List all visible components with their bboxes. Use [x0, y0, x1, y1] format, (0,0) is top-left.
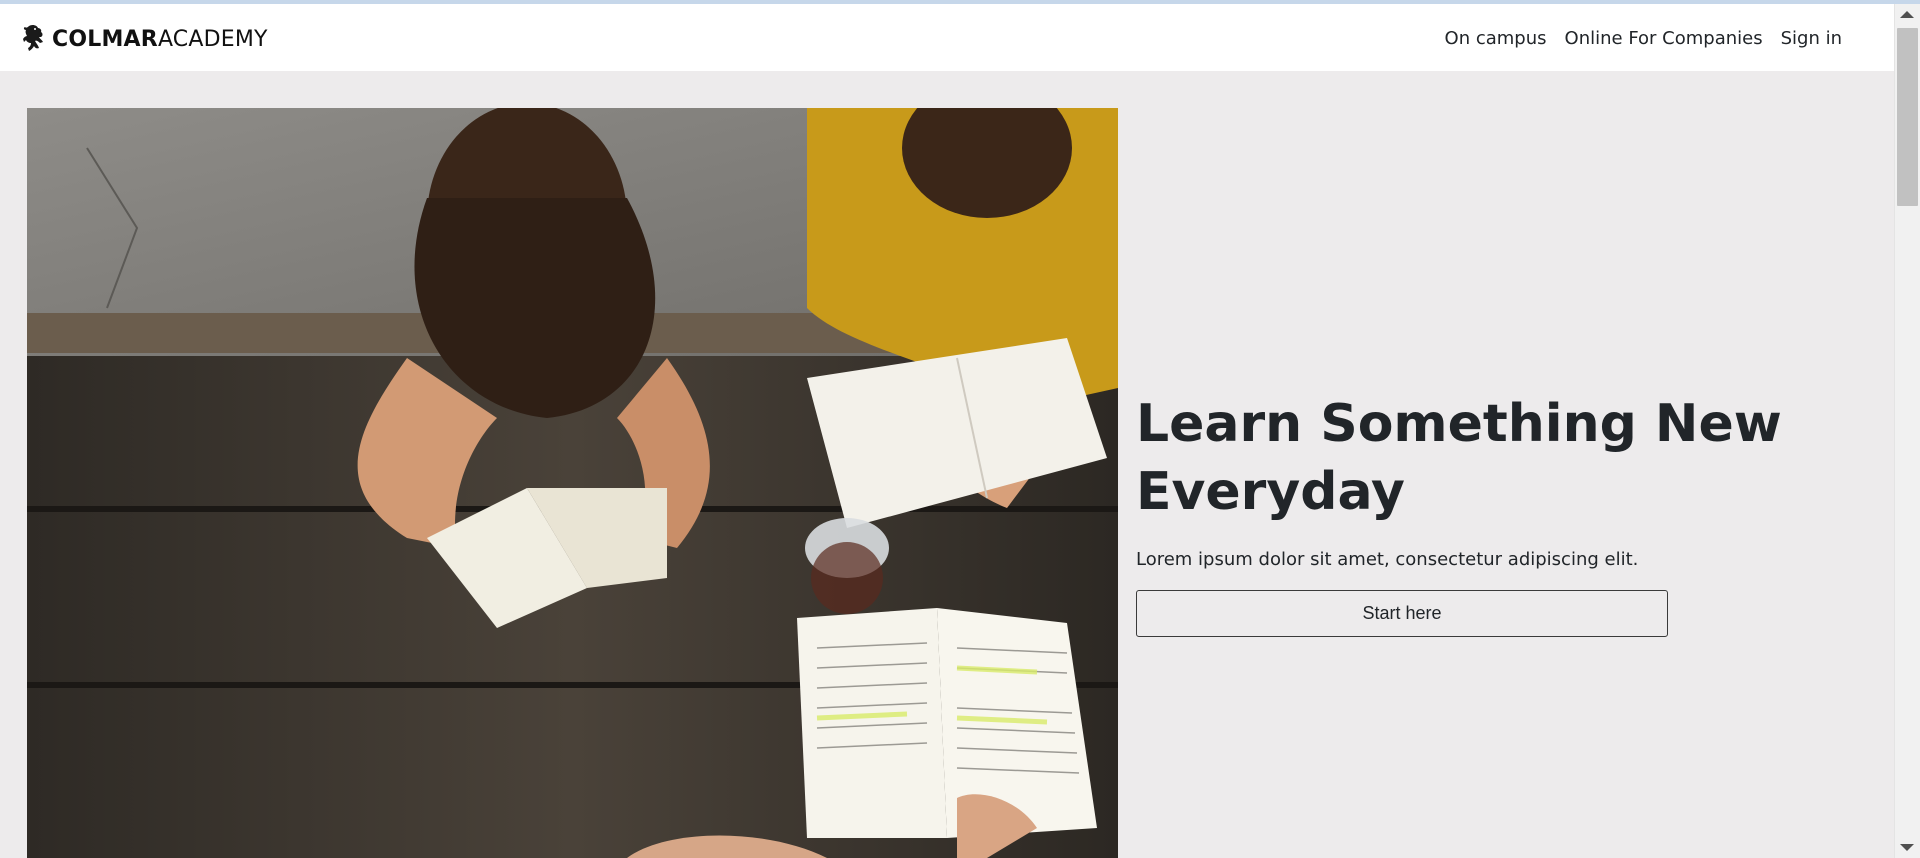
brand-logo-link[interactable]: COLMARACADEMY [20, 23, 268, 57]
hero-subtext: Lorem ipsum dolor sit amet, consectetur … [1136, 549, 1639, 570]
vertical-scrollbar[interactable] [1894, 4, 1920, 858]
nav-link-sign-in[interactable]: Sign in [1781, 25, 1842, 53]
brand-name: COLMARACADEMY [52, 25, 268, 55]
hero-text: Learn Something New Everyday Lorem ipsum… [1136, 390, 1856, 637]
nav-link-on-campus[interactable]: On campus [1445, 25, 1547, 53]
hero-headline: Learn Something New Everyday [1136, 394, 1782, 522]
brand-name-regular: ACADEMY [157, 27, 268, 52]
scroll-down-arrow-icon[interactable] [1900, 844, 1914, 851]
start-here-button[interactable]: Start here [1136, 590, 1668, 637]
scrollbar-thumb[interactable] [1897, 28, 1918, 206]
scroll-up-arrow-icon[interactable] [1900, 11, 1914, 18]
nav-link-online-for-companies[interactable]: Online For Companies [1565, 25, 1763, 53]
brand-name-bold: COLMAR [52, 27, 158, 52]
navbar: COLMARACADEMY On campus Online For Compa… [0, 4, 1894, 71]
students-reading-photo [27, 108, 1118, 858]
lion-rampant-icon [20, 23, 52, 57]
nav-links: On campus Online For Companies Sign in [1445, 25, 1842, 53]
